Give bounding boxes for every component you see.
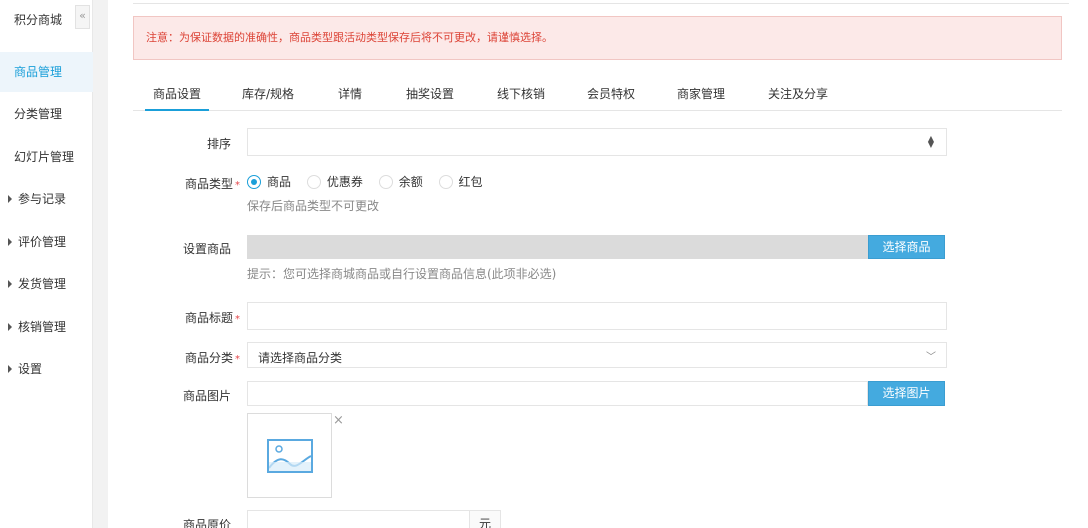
sidebar-item-label: 分类管理 xyxy=(14,107,63,121)
sidebar-item-records[interactable]: 参与记录 xyxy=(0,179,93,219)
remove-image-close-icon[interactable]: × xyxy=(333,414,344,427)
tab-follow-share[interactable]: 关注及分享 xyxy=(760,78,836,111)
goods-category-label: 商品分类 * xyxy=(184,351,240,365)
chevron-down-icon: ﹀ xyxy=(926,352,936,363)
select-image-button[interactable]: 选择图片 xyxy=(868,381,945,406)
sidebar-item-settings[interactable]: 设置 xyxy=(0,349,93,389)
sidebar-item-label: 核销管理 xyxy=(18,320,67,334)
collapse-sidebar-button[interactable]: « xyxy=(75,5,90,29)
image-placeholder-icon xyxy=(267,439,313,473)
sidebar-item-shipping[interactable]: 发货管理 xyxy=(0,264,93,304)
goods-title-input[interactable] xyxy=(247,302,947,330)
tab-merchant-management[interactable]: 商家管理 xyxy=(669,78,733,111)
sidebar-item-label: 发货管理 xyxy=(18,277,67,291)
goods-category-select[interactable]: 请选择商品分类 ﹀ xyxy=(247,342,947,368)
goods-type-label: 商品类型 * xyxy=(184,177,240,191)
select-goods-button[interactable]: 选择商品 xyxy=(868,235,945,259)
caret-right-icon xyxy=(8,280,12,288)
goods-type-radio-group: 商品 优惠券 余额 红包 xyxy=(247,173,495,191)
radio-unchecked-icon xyxy=(438,175,453,189)
sidebar-title: 积分商城 xyxy=(14,13,63,27)
original-price-input[interactable] xyxy=(247,510,470,528)
set-goods-hint: 提示：您可选择商城商品或自行设置商品信息(此项非必选) xyxy=(247,267,557,281)
main-content: 注意：为保证数据的准确性，商品类型跟活动类型保存后将不可更改，请谨慎选择。 商品… xyxy=(108,0,1088,528)
tab-lottery-settings[interactable]: 抽奖设置 xyxy=(398,78,462,111)
sidebar-item-label: 评价管理 xyxy=(18,235,67,249)
sort-label: 排序 xyxy=(206,137,231,151)
radio-unchecked-icon xyxy=(306,175,321,189)
sidebar-item-reviews[interactable]: 评价管理 xyxy=(0,222,93,262)
number-spinner-icon[interactable]: ▲ ▼ xyxy=(926,135,936,149)
sidebar-item-label: 幻灯片管理 xyxy=(14,150,75,164)
gutter xyxy=(93,0,108,528)
tab-bar: 商品设置 库存/规格 详情 抽奖设置 线下核销 会员特权 商家管理 关注及分享 xyxy=(133,78,1062,111)
radio-goods[interactable]: 商品 xyxy=(247,173,291,191)
category-select-value: 请选择商品分类 xyxy=(258,351,343,365)
selected-goods-display xyxy=(247,235,868,259)
divider xyxy=(133,3,1069,4)
sidebar-item-label: 商品管理 xyxy=(14,65,63,79)
tab-member-privileges[interactable]: 会员特权 xyxy=(579,78,643,111)
caret-right-icon xyxy=(8,195,12,203)
caret-right-icon xyxy=(8,238,12,246)
sidebar: 积分商城 « 商品管理 分类管理 幻灯片管理 参与记录 评价管理 发货管理 核销… xyxy=(0,0,93,528)
tab-goods-settings[interactable]: 商品设置 xyxy=(145,78,209,111)
goods-image-label: 商品图片 xyxy=(182,389,231,403)
tab-offline-verification[interactable]: 线下核销 xyxy=(489,78,553,111)
goods-title-label: 商品标题 * xyxy=(184,311,240,325)
sidebar-item-verification[interactable]: 核销管理 xyxy=(0,307,93,347)
sidebar-item-category[interactable]: 分类管理 xyxy=(0,94,93,134)
caret-right-icon xyxy=(8,323,12,331)
radio-balance[interactable]: 余额 xyxy=(378,173,423,191)
radio-red-packet[interactable]: 红包 xyxy=(438,173,483,191)
radio-checked-icon xyxy=(247,175,261,189)
sidebar-item-goods[interactable]: 商品管理 xyxy=(0,52,93,92)
radio-coupon[interactable]: 优惠券 xyxy=(306,173,363,191)
tab-stock-specs[interactable]: 库存/规格 xyxy=(236,78,300,111)
sidebar-item-label: 参与记录 xyxy=(18,192,67,206)
sort-input[interactable]: ▲ ▼ xyxy=(247,128,947,156)
warning-alert: 注意：为保证数据的准确性，商品类型跟活动类型保存后将不可更改，请谨慎选择。 xyxy=(133,16,1062,60)
caret-right-icon xyxy=(8,365,12,373)
price-unit-addon: 元 xyxy=(469,510,501,528)
sidebar-item-slides[interactable]: 幻灯片管理 xyxy=(0,137,93,177)
radio-unchecked-icon xyxy=(378,175,393,189)
goods-image-input[interactable] xyxy=(247,381,868,406)
tab-details[interactable]: 详情 xyxy=(330,78,370,111)
image-preview[interactable] xyxy=(247,413,332,498)
set-goods-label: 设置商品 xyxy=(182,242,231,256)
sidebar-item-label: 设置 xyxy=(18,362,43,376)
goods-type-hint: 保存后商品类型不可更改 xyxy=(247,199,380,213)
original-price-label: 商品原价 xyxy=(182,518,231,528)
